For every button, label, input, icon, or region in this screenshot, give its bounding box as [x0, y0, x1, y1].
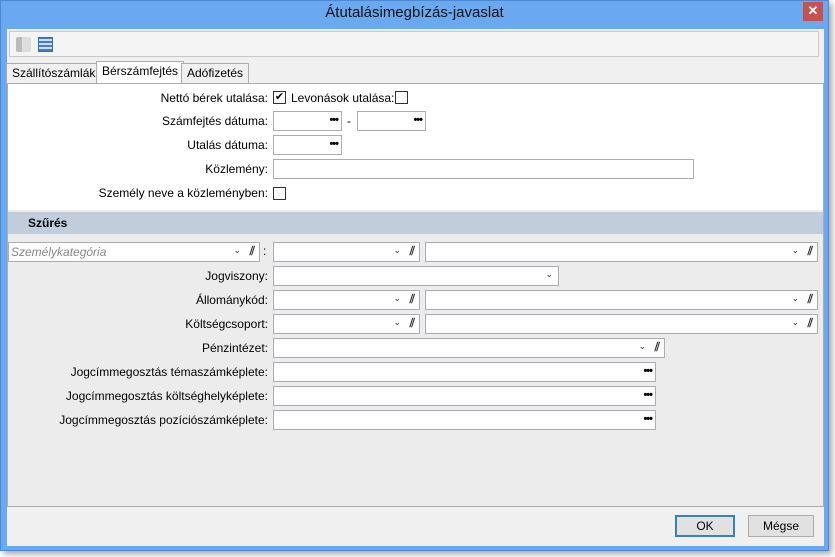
szemely-checkbox[interactable]: [273, 187, 286, 200]
category-placeholder: Személykategória: [11, 245, 107, 259]
allomany-label: Állománykód:: [195, 293, 268, 307]
chevron-down-icon[interactable]: ⌄: [791, 245, 799, 256]
clip-icon[interactable]: ⫽: [410, 292, 415, 307]
allomany-combo[interactable]: ⌄ ⫽: [273, 290, 420, 310]
szamfejtes-to-field[interactable]: •••: [357, 111, 426, 131]
category-desc-combo[interactable]: ⌄ ⫽: [425, 242, 818, 262]
chevron-down-icon[interactable]: ⌄: [545, 269, 553, 280]
clip-icon[interactable]: ⫽: [808, 316, 813, 331]
ellipsis-icon[interactable]: •••: [413, 113, 423, 127]
allomany-desc-combo[interactable]: ⌄ ⫽: [425, 290, 818, 310]
category-combo[interactable]: Személykategória ⌄ ⫽: [8, 242, 260, 262]
clip-icon[interactable]: ⫽: [410, 244, 415, 259]
tab-bar: Szállítószámlák Bérszámfejtés Adófizetés: [6, 61, 824, 84]
close-button[interactable]: ✕: [803, 2, 823, 21]
chevron-down-icon[interactable]: ⌄: [393, 293, 401, 304]
tab-szallitoszamlak[interactable]: Szállítószámlák: [6, 63, 102, 84]
koltseghely-field[interactable]: •••: [273, 386, 656, 406]
ellipsis-icon[interactable]: •••: [643, 364, 653, 378]
utalas-label: Utalás dátuma:: [187, 138, 268, 152]
koltseghely-label: Jogcímmegosztás költséghelyképlete:: [65, 389, 268, 403]
jogviszony-combo[interactable]: ⌄: [273, 266, 559, 286]
koltseg-desc-combo[interactable]: ⌄ ⫽: [425, 314, 818, 334]
ok-button[interactable]: OK: [675, 515, 735, 537]
pozicio-field[interactable]: •••: [273, 410, 656, 430]
chevron-down-icon[interactable]: ⌄: [791, 293, 799, 304]
szamfejtes-label: Számfejtés dátuma:: [161, 114, 268, 128]
attach-icon[interactable]: [16, 37, 31, 52]
colon: :: [263, 244, 267, 258]
levonas-checkbox[interactable]: [395, 91, 408, 104]
clip-icon[interactable]: ⫽: [250, 244, 255, 259]
jogviszony-label: Jogviszony:: [205, 269, 268, 283]
chevron-down-icon[interactable]: ⌄: [393, 245, 401, 256]
levonas-label: Levonások utalása:: [291, 91, 395, 105]
tab-adofizetes[interactable]: Adófizetés: [181, 63, 250, 84]
koltseg-combo[interactable]: ⌄ ⫽: [273, 314, 420, 334]
penz-combo[interactable]: ⌄ ⫽: [273, 338, 665, 358]
toolbar: [9, 31, 819, 57]
chevron-down-icon[interactable]: ⌄: [233, 245, 241, 256]
clip-icon[interactable]: ⫽: [410, 316, 415, 331]
penz-label: Pénzintézet:: [201, 341, 268, 355]
chevron-down-icon[interactable]: ⌄: [393, 317, 401, 328]
dialog-body: Szállítószámlák Bérszámfejtés Adófizetés…: [6, 29, 824, 546]
szemely-label: Személy neve a közleményben:: [98, 186, 268, 200]
ellipsis-icon[interactable]: •••: [643, 388, 653, 402]
clip-icon[interactable]: ⫽: [655, 340, 660, 355]
window-title: Átutalásimegbízás-javaslat: [325, 4, 504, 21]
chevron-down-icon[interactable]: ⌄: [638, 341, 646, 352]
kozlemeny-input[interactable]: [273, 159, 694, 179]
tab-berszamfejtes[interactable]: Bérszámfejtés: [96, 61, 185, 84]
tema-field[interactable]: •••: [273, 362, 656, 382]
kozlemeny-label: Közlemény:: [205, 162, 268, 176]
filter-header: Szűrés: [8, 212, 823, 234]
koltseg-label: Költségcsoport:: [185, 317, 268, 331]
clip-icon[interactable]: ⫽: [808, 292, 813, 307]
netto-label: Nettó bérek utalása:: [160, 91, 268, 105]
cancel-button[interactable]: Mégse: [748, 515, 814, 537]
dialog-window: Átutalásimegbízás-javaslat ✕ Szállítószá…: [0, 0, 829, 551]
category-value-combo[interactable]: ⌄ ⫽: [273, 242, 420, 262]
utalas-date-field[interactable]: •••: [273, 135, 342, 155]
chevron-down-icon[interactable]: ⌄: [791, 317, 799, 328]
clip-icon[interactable]: ⫽: [808, 244, 813, 259]
tema-label: Jogcímmegosztás témaszámképlete:: [70, 365, 268, 379]
ellipsis-icon[interactable]: •••: [329, 113, 339, 127]
pozicio-label: Jogcímmegosztás pozíciószámképlete:: [59, 413, 268, 427]
tab-panel: Nettó bérek utalása: ✔ Levonások utalása…: [7, 83, 824, 507]
calculator-icon[interactable]: [38, 37, 53, 52]
ellipsis-icon[interactable]: •••: [329, 137, 339, 151]
szamfejtes-from-field[interactable]: •••: [273, 111, 342, 131]
ellipsis-icon[interactable]: •••: [643, 412, 653, 426]
range-separator: -: [347, 114, 351, 128]
netto-checkbox[interactable]: ✔: [273, 91, 286, 104]
